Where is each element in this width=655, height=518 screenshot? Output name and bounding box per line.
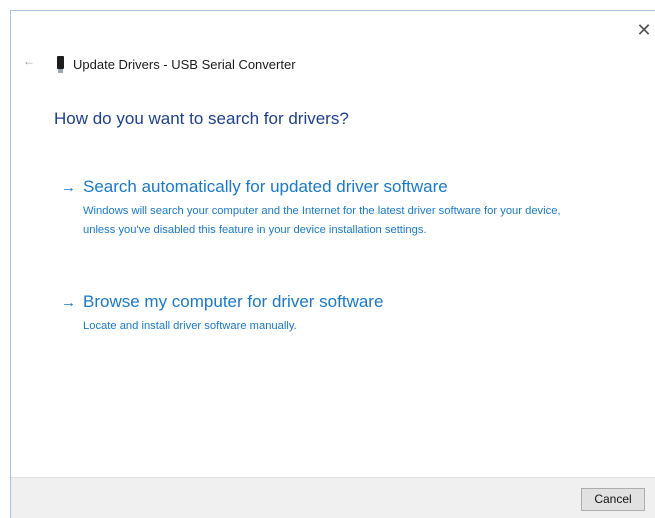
dialog-title: Update Drivers - USB Serial Converter: [73, 57, 296, 72]
search-automatically-option[interactable]: → Search automatically for updated drive…: [61, 177, 573, 240]
back-arrow-icon[interactable]: ←: [23, 54, 35, 68]
update-drivers-dialog: ✕ ← Update Drivers - USB Serial Converte…: [10, 10, 655, 518]
close-icon[interactable]: ✕: [633, 19, 655, 41]
dialog-title-row: Update Drivers - USB Serial Converter: [57, 56, 296, 73]
option-label[interactable]: Browse my computer for driver software: [83, 292, 383, 312]
browse-computer-option[interactable]: → Browse my computer for driver software…: [61, 292, 573, 336]
arrow-right-icon: →: [61, 294, 76, 311]
cancel-button[interactable]: Cancel: [581, 488, 645, 511]
usb-device-icon: [57, 56, 64, 73]
page-heading: How do you want to search for drivers?: [54, 109, 349, 128]
option-description: Locate and install driver software manua…: [83, 320, 297, 332]
dialog-footer: Cancel: [11, 477, 655, 518]
arrow-right-icon: →: [61, 179, 76, 196]
option-description: Windows will search your computer and th…: [83, 205, 561, 236]
option-label[interactable]: Search automatically for updated driver …: [83, 177, 448, 197]
